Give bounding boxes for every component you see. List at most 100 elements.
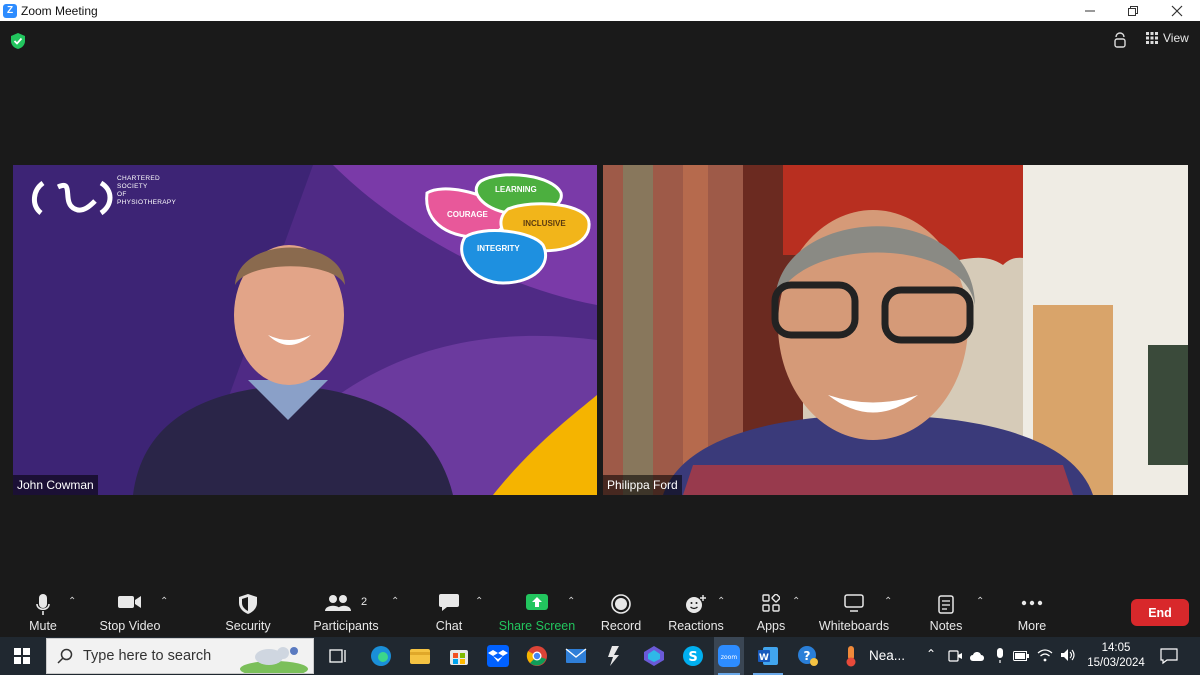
- record-button[interactable]: Record: [601, 588, 641, 637]
- zoom-taskbar-active[interactable]: zoom: [714, 637, 744, 675]
- notes-button[interactable]: Notes: [929, 588, 963, 637]
- view-label: View: [1163, 31, 1189, 45]
- apps-label: Apps: [756, 619, 786, 633]
- svg-text:?: ?: [804, 649, 811, 663]
- notes-label: Notes: [929, 619, 963, 633]
- taskbar-search-box[interactable]: Type here to search: [46, 638, 314, 674]
- reactions-icon: [686, 595, 706, 613]
- svg-text:W: W: [759, 653, 769, 663]
- value-learning: LEARNING: [495, 185, 537, 194]
- grid-view-icon: [1146, 32, 1158, 44]
- apps-button[interactable]: Apps: [756, 588, 786, 637]
- encryption-shield-icon[interactable]: [11, 33, 25, 49]
- word-icon[interactable]: W: [757, 645, 779, 667]
- zoom-app-icon: zoom: [718, 645, 740, 667]
- reactions-label: Reactions: [668, 619, 724, 633]
- weather-label[interactable]: Nea...: [869, 648, 905, 663]
- video-camera-icon: [118, 596, 141, 608]
- search-highlight-illustration: [240, 647, 308, 673]
- chat-bubble-icon: [439, 594, 459, 611]
- tray-microphone-icon[interactable]: [993, 648, 1007, 664]
- whiteboard-icon: [844, 594, 864, 612]
- value-courage: COURAGE: [447, 210, 488, 219]
- record-icon: [611, 594, 631, 614]
- participants-button[interactable]: 2 Participants: [313, 588, 379, 637]
- power-automate-icon[interactable]: [604, 645, 626, 667]
- chat-options-chevron-icon[interactable]: ⌃: [475, 596, 483, 607]
- show-hidden-icons-chevron-icon[interactable]: ⌃: [926, 647, 936, 661]
- camera-feed: [603, 165, 1188, 495]
- video-options-chevron-icon[interactable]: ⌃: [160, 596, 168, 607]
- search-icon: [57, 648, 73, 664]
- more-button[interactable]: More: [1016, 588, 1048, 637]
- volume-icon[interactable]: [1060, 648, 1076, 662]
- video-tile-john[interactable]: CHARTERED SOCIETY OF PHYSIOTHERAPY LEARN…: [13, 165, 597, 495]
- clock-time: 14:05: [1101, 642, 1131, 654]
- value-integrity: INTEGRITY: [477, 244, 520, 253]
- svg-text:S: S: [688, 650, 697, 665]
- notes-options-chevron-icon[interactable]: ⌃: [976, 596, 984, 607]
- audio-options-chevron-icon[interactable]: ⌃: [68, 596, 76, 607]
- apps-icon: [762, 594, 780, 612]
- share-screen-label: Share Screen: [498, 619, 576, 633]
- mail-icon[interactable]: [565, 645, 587, 667]
- chrome-browser-icon[interactable]: [526, 645, 548, 667]
- system-clock[interactable]: 14:05 15/03/2024: [1086, 641, 1146, 671]
- view-menu-button[interactable]: View: [1146, 31, 1189, 45]
- file-explorer-icon[interactable]: [409, 645, 431, 667]
- mute-label: Mute: [29, 619, 57, 633]
- chat-label: Chat: [435, 619, 463, 633]
- org-line-1: CHARTERED: [117, 175, 161, 182]
- minimize-button[interactable]: [1068, 0, 1112, 21]
- participants-label: Participants: [313, 619, 379, 633]
- whiteboards-label: Whiteboards: [818, 619, 890, 633]
- org-line-3: OF: [117, 191, 127, 198]
- security-label: Security: [225, 619, 271, 633]
- notifications-icon[interactable]: [1160, 647, 1178, 665]
- share-screen-button[interactable]: Share Screen: [499, 588, 575, 637]
- reactions-options-chevron-icon[interactable]: ⌃: [717, 596, 725, 607]
- battery-icon[interactable]: [1013, 650, 1029, 662]
- edge-browser-icon[interactable]: [370, 645, 392, 667]
- dropbox-icon[interactable]: [487, 645, 509, 667]
- whiteboards-button[interactable]: Whiteboards: [818, 588, 890, 637]
- participant-name-label: Philippa Ford: [603, 475, 682, 495]
- task-view-icon[interactable]: [327, 645, 349, 667]
- video-tile-philippa[interactable]: Philippa Ford: [603, 165, 1188, 495]
- clock-date: 15/03/2024: [1087, 657, 1145, 669]
- share-options-chevron-icon[interactable]: ⌃: [567, 596, 575, 607]
- copilot-icon[interactable]: [643, 645, 665, 667]
- end-meeting-button[interactable]: End: [1131, 599, 1189, 626]
- reactions-button[interactable]: Reactions: [668, 588, 724, 637]
- apps-options-chevron-icon[interactable]: ⌃: [792, 596, 800, 607]
- value-inclusive: INCLUSIVE: [523, 219, 566, 228]
- wifi-icon[interactable]: [1037, 648, 1053, 662]
- microsoft-store-icon[interactable]: [448, 645, 470, 667]
- close-button[interactable]: [1155, 0, 1199, 21]
- whiteboards-options-chevron-icon[interactable]: ⌃: [884, 596, 892, 607]
- restore-button[interactable]: [1111, 0, 1155, 21]
- virtual-background: [13, 165, 597, 495]
- microphone-icon: [36, 594, 50, 615]
- meet-now-icon[interactable]: [947, 648, 963, 664]
- zoom-app-icon: Z: [3, 3, 17, 18]
- meeting-toolbar: Mute ⌃ Stop Video ⌃ Security 2 Participa…: [0, 588, 1200, 637]
- participants-options-chevron-icon[interactable]: ⌃: [391, 596, 399, 607]
- notes-icon: [938, 595, 954, 614]
- org-line-2: SOCIETY: [117, 183, 148, 190]
- windows-start-icon[interactable]: [14, 648, 30, 664]
- camera-switch-icon: [1114, 32, 1126, 48]
- weather-thermometer-icon[interactable]: [840, 645, 862, 667]
- stop-video-label: Stop Video: [99, 619, 161, 633]
- security-button[interactable]: Security: [225, 588, 271, 637]
- record-label: Record: [600, 619, 642, 633]
- get-help-icon[interactable]: ?: [797, 645, 819, 667]
- chat-button[interactable]: Chat: [436, 588, 462, 637]
- more-dots-icon: [1021, 600, 1043, 606]
- onedrive-cloud-icon[interactable]: [969, 648, 987, 664]
- immersive-view-button[interactable]: [1113, 31, 1127, 49]
- mute-button[interactable]: Mute: [28, 588, 58, 637]
- title-bar: Z Zoom Meeting: [0, 0, 1200, 21]
- stop-video-button[interactable]: Stop Video: [100, 588, 160, 637]
- skype-icon[interactable]: S: [682, 645, 704, 667]
